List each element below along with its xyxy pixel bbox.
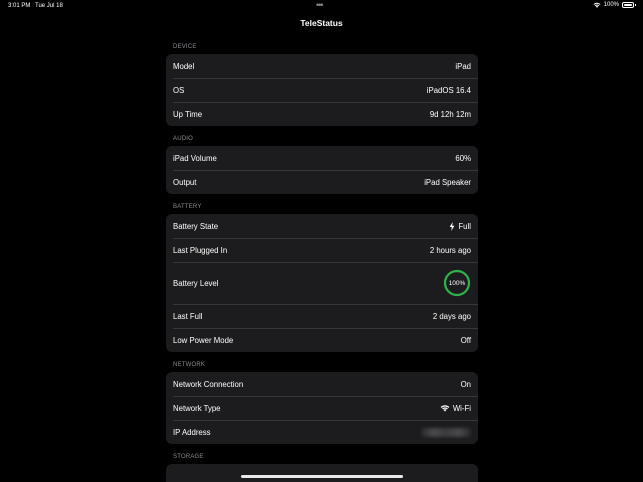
section-header-device: DEVICE xyxy=(173,44,197,50)
section-header-audio: AUDIO xyxy=(173,136,194,142)
uptime-label: Up Time xyxy=(173,109,203,119)
row-model: Model iPad xyxy=(166,54,478,78)
network-type-label: Network Type xyxy=(173,403,221,413)
row-ip-address: IP Address xyxy=(166,420,478,444)
row-output: Output iPad Speaker xyxy=(166,170,478,194)
os-label: OS xyxy=(173,85,185,95)
wifi-icon xyxy=(440,405,450,412)
battery-state-text: Full xyxy=(458,221,471,231)
multitasking-dots-icon[interactable]: ••• xyxy=(316,0,324,10)
battery-icon xyxy=(622,2,636,8)
row-network-connection: Network Connection On xyxy=(166,372,478,396)
ip-address-redacted xyxy=(421,427,471,437)
battery-state-label: Battery State xyxy=(173,221,219,231)
battery-group: Battery State Full Last Plugged In 2 hou… xyxy=(166,214,478,352)
last-plugged-label: Last Plugged In xyxy=(173,245,228,255)
row-uptime: Up Time 9d 12h 12m xyxy=(166,102,478,126)
home-indicator[interactable] xyxy=(241,475,403,478)
ip-address-value xyxy=(421,427,471,437)
network-connection-label: Network Connection xyxy=(173,379,244,389)
section-header-network: NETWORK xyxy=(173,362,206,368)
row-battery-level: Battery Level 100% xyxy=(166,262,478,304)
storage-group xyxy=(166,464,478,482)
last-plugged-value: 2 hours ago xyxy=(429,245,471,255)
status-right: 100% xyxy=(593,2,636,8)
battery-percent: 100% xyxy=(603,2,619,8)
row-last-full: Last Full 2 days ago xyxy=(166,304,478,328)
row-last-plugged: Last Plugged In 2 hours ago xyxy=(166,238,478,262)
volume-value: 60% xyxy=(455,153,471,163)
audio-group: iPad Volume 60% Output iPad Speaker xyxy=(166,146,478,194)
device-group: Model iPad OS iPadOS 16.4 Up Time 9d 12h… xyxy=(166,54,478,126)
uptime-value: 9d 12h 12m xyxy=(429,109,471,119)
network-type-text: Wi-Fi xyxy=(452,403,471,413)
page-title: TeleStatus xyxy=(300,18,343,28)
status-date: Tue Jul 18 xyxy=(35,3,63,9)
row-os: OS iPadOS 16.4 xyxy=(166,78,478,102)
section-header-battery: BATTERY xyxy=(173,204,202,210)
network-type-value: Wi-Fi xyxy=(440,404,471,413)
ip-address-label: IP Address xyxy=(173,427,211,437)
last-full-label: Last Full xyxy=(173,311,203,321)
battery-level-ring: 100% xyxy=(443,269,471,297)
output-value: iPad Speaker xyxy=(424,177,471,187)
battery-level-value: 100% xyxy=(448,279,466,287)
network-group: Network Connection On Network Type Wi-Fi… xyxy=(166,372,478,444)
low-power-label: Low Power Mode xyxy=(173,335,234,345)
row-network-type: Network Type Wi-Fi xyxy=(166,396,478,420)
status-bar: 3:01 PM Tue Jul 18 ••• 100% xyxy=(0,0,643,12)
model-value: iPad xyxy=(455,61,471,71)
section-header-storage: STORAGE xyxy=(173,454,204,460)
low-power-value: Off xyxy=(460,335,471,345)
model-label: Model xyxy=(173,61,195,71)
output-label: Output xyxy=(173,177,197,187)
status-time: 3:01 PM xyxy=(8,3,31,9)
wifi-icon xyxy=(593,2,601,8)
os-value: iPadOS 16.4 xyxy=(426,85,471,95)
bolt-icon xyxy=(450,221,455,231)
volume-label: iPad Volume xyxy=(173,153,217,163)
battery-state-value: Full xyxy=(449,221,471,231)
battery-level-label: Battery Level xyxy=(173,278,219,288)
row-volume: iPad Volume 60% xyxy=(166,146,478,170)
last-full-value: 2 days ago xyxy=(432,311,471,321)
row-low-power: Low Power Mode Off xyxy=(166,328,478,352)
row-battery-state: Battery State Full xyxy=(166,214,478,238)
network-connection-value: On xyxy=(460,379,471,389)
